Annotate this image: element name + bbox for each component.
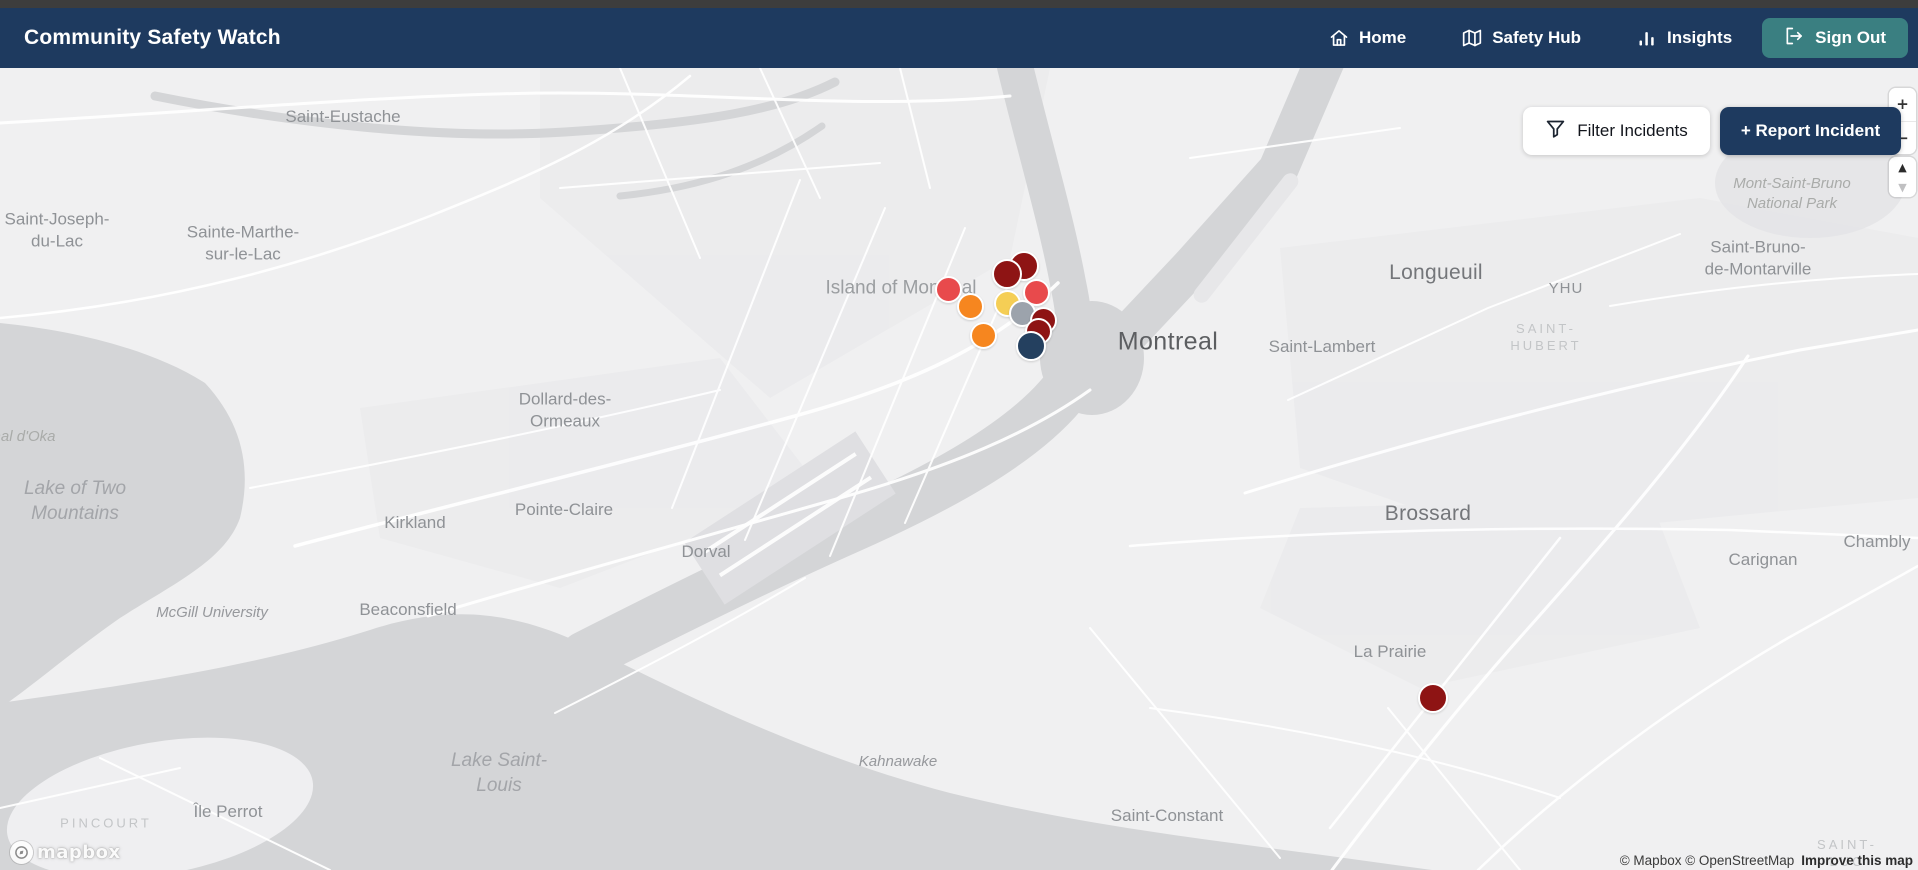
sign-out-button[interactable]: Sign Out — [1762, 18, 1908, 58]
window-top-strip — [0, 0, 1918, 8]
attribution-text: © Mapbox © OpenStreetMap — [1619, 853, 1795, 868]
sign-out-label: Sign Out — [1815, 28, 1886, 47]
nav-item-home-label: Home — [1358, 28, 1407, 47]
nav-item-insights-label: Insights — [1667, 28, 1733, 47]
nav-item-safety-hub-label: Safety Hub — [1492, 28, 1581, 47]
map-canvas[interactable]: Saint-Eustache Saint-Joseph- du-Lac Sainte… — [0, 68, 1918, 870]
mapbox-wordmark: mapbox — [37, 842, 121, 863]
sign-out-icon — [1784, 26, 1804, 51]
incident-marker-navy[interactable] — [1016, 331, 1046, 361]
map-attribution: © Mapbox © OpenStreetMap Improve this ma… — [1620, 853, 1913, 868]
mapbox-logo[interactable]: mapbox — [10, 841, 121, 864]
report-incident-button[interactable]: + Report Incident — [1720, 107, 1901, 155]
home-icon — [1329, 28, 1349, 48]
nav-item-home[interactable]: Home — [1329, 28, 1406, 48]
map-pitch-control: ▲ ▼ — [1889, 157, 1916, 197]
app-header: Community Safety Watch Home Safety Hub I… — [0, 8, 1918, 68]
app-title: Community Safety Watch — [24, 26, 281, 49]
nav-item-safety-hub[interactable]: Safety Hub — [1462, 28, 1581, 48]
incident-marker-orange[interactable] — [969, 321, 997, 349]
incident-marker-darkred[interactable] — [1418, 683, 1448, 713]
pitch-down-button[interactable]: ▼ — [1889, 177, 1916, 197]
nav-item-insights[interactable]: Insights — [1637, 28, 1732, 48]
filter-funnel-icon — [1545, 118, 1566, 144]
report-incident-label: + Report Incident — [1740, 121, 1881, 140]
map-basemap — [0, 68, 1918, 870]
filter-incidents-button[interactable]: Filter Incidents — [1523, 107, 1710, 155]
improve-this-map-link[interactable]: Improve this map — [1801, 853, 1913, 868]
bar-chart-icon — [1637, 28, 1657, 48]
map-icon — [1462, 28, 1482, 48]
main-nav: Home Safety Hub Insights — [1329, 28, 1732, 48]
incident-marker-darkred[interactable] — [992, 259, 1022, 289]
mapbox-badge-icon — [10, 841, 33, 864]
pitch-up-button[interactable]: ▲ — [1889, 157, 1916, 177]
incident-marker-red[interactable] — [934, 275, 962, 303]
incident-marker-orange[interactable] — [956, 292, 984, 320]
filter-incidents-label: Filter Incidents — [1577, 121, 1688, 140]
